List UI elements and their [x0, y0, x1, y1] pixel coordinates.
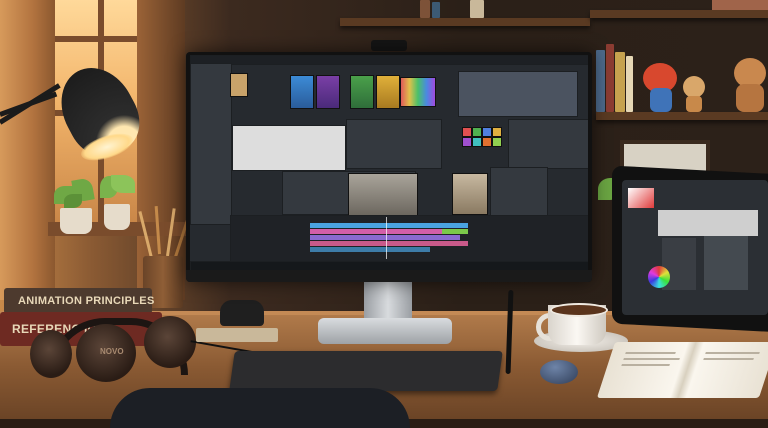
- book-title: ANIMATION PRINCIPLES: [18, 295, 155, 307]
- book-animation-principles: ANIMATION PRINCIPLES: [4, 288, 155, 314]
- open-book: [596, 342, 768, 398]
- editing-software-screen: [190, 55, 588, 270]
- tablet-screen: [622, 180, 768, 315]
- monitor-chin: [186, 270, 592, 282]
- drawing-tablet: [229, 351, 503, 391]
- monitor-stand: [364, 282, 412, 322]
- left-curtain: [0, 0, 55, 300]
- mouse: [540, 360, 578, 384]
- clay-tool: [220, 300, 264, 326]
- chair-back: [110, 388, 410, 428]
- notebook: [196, 328, 278, 342]
- monitor-base: [318, 318, 452, 344]
- webcam: [371, 40, 407, 51]
- curtain-panel: [137, 0, 185, 300]
- headphones-brand: NOVO: [100, 347, 124, 356]
